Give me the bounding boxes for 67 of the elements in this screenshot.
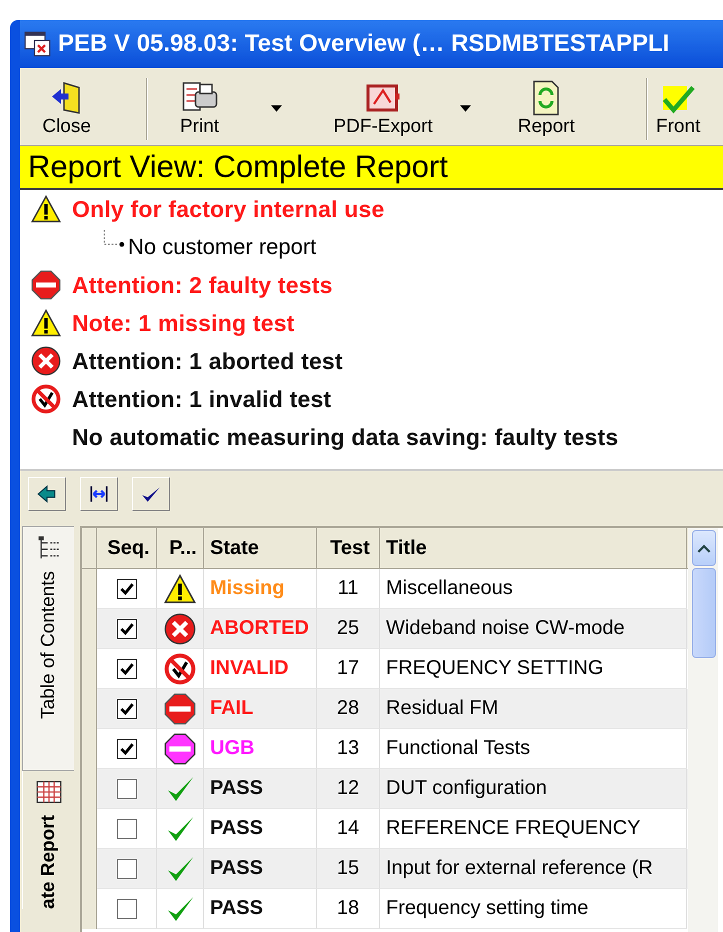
table-cell: 12 xyxy=(317,769,380,809)
report-view-banner: Report View: Complete Report xyxy=(20,146,723,190)
caret-icon[interactable] xyxy=(271,105,282,112)
column-header[interactable]: P... xyxy=(157,528,204,568)
table-cell: Wideband noise CW-mode xyxy=(380,609,687,649)
toolbar-button[interactable]: Front xyxy=(656,80,704,138)
column-header[interactable]: Title xyxy=(380,528,687,568)
stop-sign-icon xyxy=(164,732,196,764)
checkbox[interactable] xyxy=(116,738,136,758)
table-cell: DUT configuration xyxy=(380,769,687,809)
checkbox[interactable] xyxy=(116,618,136,638)
checkbox[interactable] xyxy=(116,578,136,598)
checkbox[interactable] xyxy=(116,778,136,798)
window-title: PEB V 05.98.03: Test Overview (… RSDMBTESTAPPLI xyxy=(58,30,670,58)
table-cell: PASS xyxy=(204,889,317,929)
column-header[interactable]: Test xyxy=(317,528,380,568)
prohibited-check-icon xyxy=(164,652,196,684)
error-icon xyxy=(31,346,61,376)
toolbar-button[interactable]: Close xyxy=(28,80,138,138)
check-button[interactable] xyxy=(132,476,170,510)
stop-sign-icon xyxy=(164,692,196,724)
table-cell: 15 xyxy=(317,849,380,889)
checkbox[interactable] xyxy=(116,858,136,878)
fit-width-button[interactable] xyxy=(80,476,118,510)
warning-icon xyxy=(164,572,196,604)
table-cell: PASS xyxy=(204,769,317,809)
report-message: No customer report xyxy=(128,234,316,260)
report-message: No automatic measuring data saving: faulty tests xyxy=(72,424,618,450)
prohibited-check-icon xyxy=(31,384,61,414)
checkbox[interactable] xyxy=(116,898,136,918)
table-icon xyxy=(36,779,62,805)
table-cell: FAIL xyxy=(204,689,317,729)
table-cell: 18 xyxy=(317,889,380,929)
side-tab[interactable]: Table of Contents xyxy=(22,526,74,771)
table-cell: 28 xyxy=(317,689,380,729)
report-message: Note: 1 missing test xyxy=(72,310,295,336)
toolbar-button[interactable]: PDF-Export xyxy=(322,80,482,138)
checkbox[interactable] xyxy=(116,698,136,718)
chevron-up-icon xyxy=(697,544,711,552)
table-cell: Input for external reference (R xyxy=(380,849,687,889)
column-header[interactable]: Seq. xyxy=(97,528,157,568)
report-message: Attention: 2 faulty tests xyxy=(72,272,333,298)
table-cell: 25 xyxy=(317,609,380,649)
left-arrow-icon xyxy=(36,482,58,504)
error-icon xyxy=(164,612,196,644)
toolbar-button[interactable]: Report xyxy=(498,80,638,138)
app-icon xyxy=(24,30,52,58)
table-cell: Frequency setting time xyxy=(380,889,687,929)
scroll-thumb[interactable] xyxy=(692,568,716,658)
report-message: Only for factory internal use xyxy=(72,196,385,222)
table-cell: Residual FM xyxy=(380,689,687,729)
caret-icon[interactable] xyxy=(460,105,471,112)
checkbox[interactable] xyxy=(116,818,136,838)
table-cell: PASS xyxy=(204,849,317,889)
scrollbar[interactable] xyxy=(688,528,718,932)
warning-icon xyxy=(31,308,61,338)
warning-icon xyxy=(31,194,61,224)
back-button[interactable] xyxy=(28,476,66,510)
checkbox[interactable] xyxy=(116,658,136,678)
scroll-up-button[interactable] xyxy=(692,530,716,566)
tree-icon xyxy=(36,535,62,561)
report-message: Attention: 1 aborted test xyxy=(72,348,343,374)
report-message: Attention: 1 invalid test xyxy=(72,386,332,412)
column-header[interactable]: State xyxy=(204,528,317,568)
stop-sign-icon xyxy=(31,270,61,300)
table-cell: ABORTED xyxy=(204,609,317,649)
toolbar-button[interactable]: Print xyxy=(156,80,306,138)
